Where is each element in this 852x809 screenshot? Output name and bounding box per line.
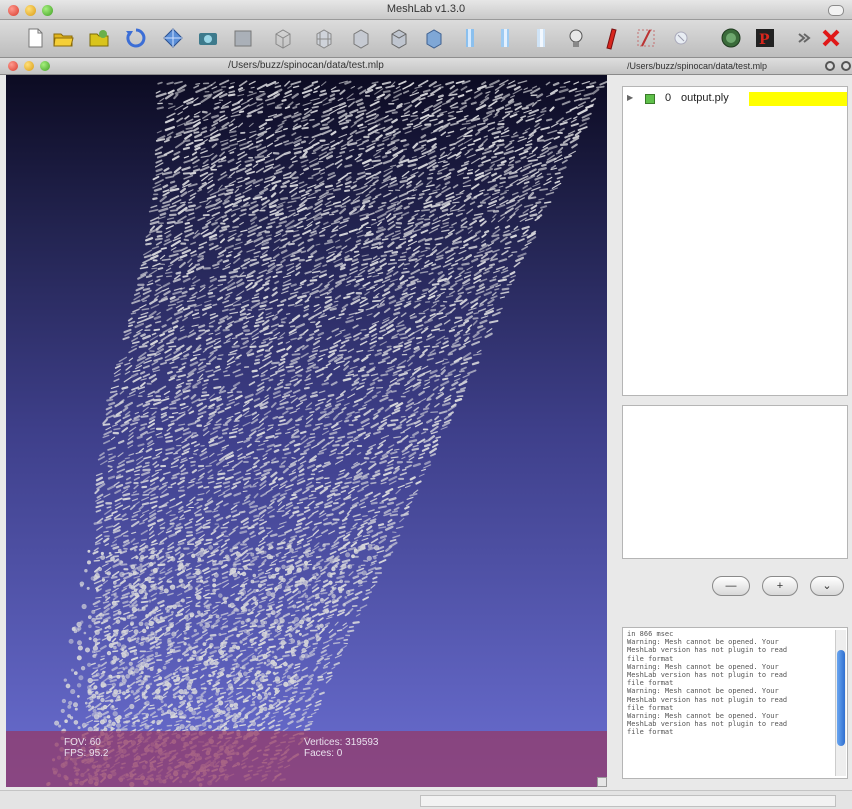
save-folder-icon[interactable] xyxy=(86,25,112,51)
move-icon[interactable] xyxy=(633,25,659,51)
3d-viewport[interactable]: FOV: 60 FPS: 95.2 Vertices: 319593 Faces… xyxy=(6,75,607,787)
texture-3-icon[interactable] xyxy=(528,25,554,51)
expand-arrow-icon[interactable]: ▶ xyxy=(627,93,633,102)
minus-button[interactable]: — xyxy=(712,576,750,596)
log-line: file format xyxy=(627,679,674,688)
log-line: file format xyxy=(627,654,674,663)
light-bulb-icon[interactable] xyxy=(563,25,589,51)
log-line: file format xyxy=(627,728,674,737)
log-line: MeshLab version has not plugin to read xyxy=(627,671,788,680)
box-wire-icon[interactable] xyxy=(270,25,296,51)
snapshot-icon[interactable] xyxy=(195,25,221,51)
green-ball-icon[interactable] xyxy=(718,25,744,51)
log-line: MeshLab version has not plugin to read xyxy=(627,720,788,729)
status-bar xyxy=(0,790,852,809)
vertices-readout: Vertices: 319593 xyxy=(304,737,379,748)
box-points-icon[interactable] xyxy=(230,25,256,51)
dock-float-button[interactable] xyxy=(825,61,835,71)
layer-name: output.ply xyxy=(681,92,729,104)
decorator-panel xyxy=(622,405,848,559)
layer-list: ▶ 0 output.ply xyxy=(622,86,848,396)
pp-icon[interactable]: P xyxy=(752,25,778,51)
log-line: Warning: Mesh cannot be opened. Your xyxy=(627,687,779,696)
diamond-icon[interactable] xyxy=(160,25,186,51)
toolbar: P xyxy=(0,20,852,58)
fov-readout: FOV: 60 xyxy=(64,737,101,748)
more-icon[interactable] xyxy=(790,25,816,51)
plus-button[interactable]: + xyxy=(762,576,798,596)
box-grid-icon[interactable] xyxy=(311,25,337,51)
menu-button[interactable]: ⌄ xyxy=(810,576,844,596)
log-line: MeshLab version has not plugin to read xyxy=(627,646,788,655)
dock-path: /Users/buzz/spinocan/data/test.mlp xyxy=(627,61,768,71)
open-folder-icon[interactable] xyxy=(50,25,76,51)
close-x-icon[interactable] xyxy=(818,25,844,51)
fps-readout: FPS: 95.2 xyxy=(64,748,109,759)
layer-visibility-toggle[interactable] xyxy=(645,94,655,104)
texture-1-icon[interactable] xyxy=(457,25,483,51)
pick-icon[interactable] xyxy=(668,25,694,51)
log-scroll-thumb[interactable] xyxy=(837,650,845,746)
log-scrollbar[interactable] xyxy=(835,630,846,776)
dock-title-bar: /Users/buzz/spinocan/data/test.mlp xyxy=(612,58,852,75)
box-smooth-icon[interactable] xyxy=(421,25,447,51)
log-line: in 866 msec xyxy=(627,630,674,638)
reload-icon[interactable] xyxy=(123,25,149,51)
document-path: /Users/buzz/spinocan/data/test.mlp xyxy=(228,60,384,71)
layer-highlight xyxy=(749,92,847,106)
title-bar: MeshLab v1.3.0 xyxy=(0,0,852,20)
texture-2-icon[interactable] xyxy=(492,25,518,51)
box-flat-icon[interactable] xyxy=(348,25,374,51)
toolbar-toggle-button[interactable] xyxy=(828,5,844,16)
point-cloud xyxy=(46,79,607,787)
log-line: Warning: Mesh cannot be opened. Your xyxy=(627,638,779,647)
log-text: in 866 msec Warning: Mesh cannot be opene… xyxy=(627,630,833,737)
box-flatlines-icon[interactable] xyxy=(386,25,412,51)
svg-text:P: P xyxy=(759,32,770,48)
render-info-bar: FOV: 60 FPS: 95.2 Vertices: 319593 Faces… xyxy=(6,731,607,787)
status-field xyxy=(420,795,836,807)
new-document-icon[interactable] xyxy=(22,25,48,51)
layer-index: 0 xyxy=(665,92,672,104)
log-line: file format xyxy=(627,703,674,712)
layer-row[interactable]: ▶ 0 output.ply xyxy=(623,92,847,106)
faces-readout: Faces: 0 xyxy=(304,748,343,759)
resize-grip[interactable] xyxy=(597,777,607,787)
dock-close-button[interactable] xyxy=(841,61,851,71)
log-window[interactable]: in 866 msec Warning: Mesh cannot be opene… xyxy=(622,627,848,779)
log-line: Warning: Mesh cannot be opened. Your xyxy=(627,712,779,721)
red-tool-icon[interactable] xyxy=(598,25,624,51)
log-line: Warning: Mesh cannot be opened. Your xyxy=(627,662,779,671)
log-line: MeshLab version has not plugin to read xyxy=(627,695,788,704)
document-title-bar: /Users/buzz/spinocan/data/test.mlp xyxy=(0,58,612,75)
window-title: MeshLab v1.3.0 xyxy=(386,3,466,15)
